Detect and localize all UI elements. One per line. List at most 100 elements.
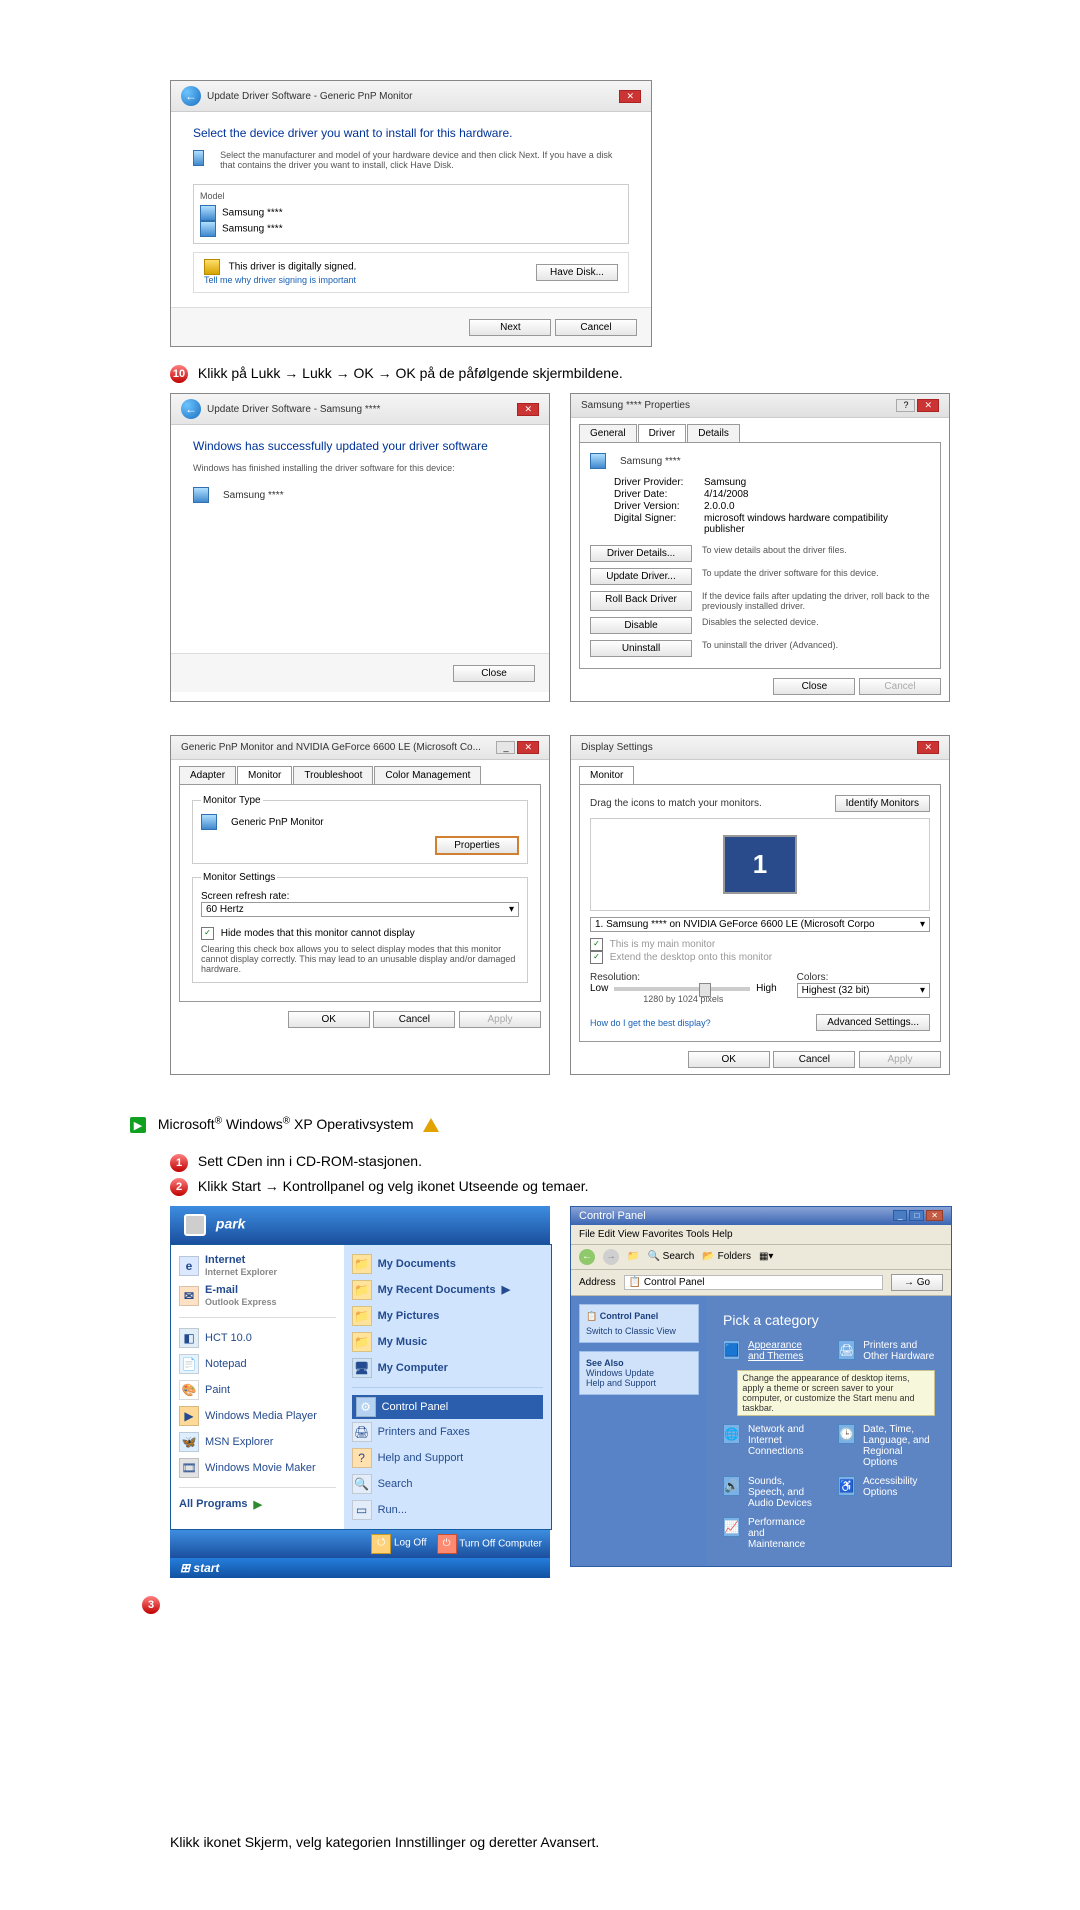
signing-link[interactable]: Tell me why driver signing is important [204, 275, 356, 285]
start-item-help[interactable]: ?Help and Support [352, 1445, 543, 1471]
log-off-button[interactable]: ⭯ Log Off [371, 1534, 426, 1554]
notepad-icon: 📄 [179, 1354, 199, 1374]
start-item-my-pictures[interactable]: 📁My Pictures [352, 1303, 543, 1329]
cancel-button[interactable]: Cancel [773, 1051, 855, 1068]
performance-icon: 📈 [723, 1517, 740, 1537]
minimize-icon[interactable]: _ [893, 1210, 907, 1221]
tab-details[interactable]: Details [687, 424, 740, 442]
driver-details-button[interactable]: Driver Details... [590, 545, 692, 562]
tab-troubleshoot[interactable]: Troubleshoot [293, 766, 373, 784]
display-device-select[interactable]: 1. Samsung **** on NVIDIA GeForce 6600 L… [590, 917, 930, 932]
update-driver-button[interactable]: Update Driver... [590, 568, 692, 585]
start-item-all-programs[interactable]: All Programs ▶ [179, 1495, 336, 1514]
address-bar[interactable]: 📋 Control Panel [624, 1275, 883, 1290]
category-printers[interactable]: 🖨Printers and Other Hardware [838, 1340, 935, 1362]
category-accessibility[interactable]: ♿Accessibility Options [838, 1476, 935, 1509]
refresh-label: Screen refresh rate: [201, 891, 519, 902]
hide-modes-label: Hide modes that this monitor cannot disp… [221, 928, 415, 939]
windows-flag-icon: ⊞ [180, 1561, 190, 1575]
close-icon[interactable]: ✕ [619, 90, 641, 103]
accessibility-icon: ♿ [838, 1476, 855, 1496]
next-button[interactable]: Next [469, 319, 551, 336]
pick-category-heading: Pick a category [723, 1312, 935, 1328]
category-date-time[interactable]: 🕒Date, Time, Language, and Regional Opti… [838, 1424, 935, 1468]
monitor-preview[interactable]: 1 [723, 835, 797, 894]
ok-button[interactable]: OK [688, 1051, 770, 1068]
model-row[interactable]: Samsung **** [200, 205, 622, 221]
start-item-internet[interactable]: eInternetInternet Explorer [179, 1251, 336, 1281]
hide-modes-desc: Clearing this check box allows you to se… [201, 944, 519, 974]
category-performance[interactable]: 📈Performance and Maintenance [723, 1517, 820, 1550]
rollback-button[interactable]: Roll Back Driver [590, 591, 692, 611]
bottom-instruction: Klikk ikonet Skjerm, velg kategorien Inn… [170, 1834, 950, 1850]
views-icon[interactable]: ▦▾ [759, 1251, 773, 1262]
turn-off-button[interactable]: ⏻ Turn Off Computer [437, 1534, 542, 1554]
start-item-wmm[interactable]: 🎞Windows Movie Maker [179, 1455, 336, 1481]
folder-icon: 📁 [352, 1254, 372, 1274]
menu-bar[interactable]: File Edit View Favorites Tools Help [571, 1225, 951, 1245]
disable-button[interactable]: Disable [590, 617, 692, 634]
tab-general[interactable]: General [579, 424, 637, 442]
maximize-icon[interactable]: □ [909, 1210, 924, 1221]
switch-view-link[interactable]: Switch to Classic View [586, 1326, 692, 1336]
start-item-control-panel[interactable]: ⚙Control Panel [352, 1395, 543, 1419]
model-row[interactable]: Samsung **** [200, 221, 622, 237]
start-item-my-music[interactable]: 📁My Music [352, 1329, 543, 1355]
go-button[interactable]: → Go [891, 1274, 943, 1291]
tab-color-management[interactable]: Color Management [374, 766, 481, 784]
start-item-hct[interactable]: ◧HCT 10.0 [179, 1325, 336, 1351]
tab-monitor[interactable]: Monitor [579, 766, 634, 784]
folders-button[interactable]: 📂 Folders [702, 1251, 751, 1262]
start-item-my-computer[interactable]: 🖥My Computer [352, 1355, 543, 1381]
close-icon[interactable]: ✕ [917, 741, 939, 754]
hide-modes-checkbox[interactable]: ✓ [201, 927, 214, 940]
help-icon[interactable]: ? [896, 399, 915, 412]
minimize-icon[interactable]: _ [496, 741, 515, 754]
start-item-wmp[interactable]: ▶Windows Media Player [179, 1403, 336, 1429]
refresh-select[interactable]: 60 Hertz ▾ [201, 902, 519, 917]
search-button[interactable]: 🔍 Search [647, 1251, 694, 1262]
category-appearance[interactable]: 🟦Appearance and Themes [723, 1340, 820, 1362]
have-disk-button[interactable]: Have Disk... [536, 264, 618, 281]
tab-driver[interactable]: Driver [638, 424, 687, 442]
close-icon[interactable]: ✕ [926, 1210, 943, 1221]
back-icon[interactable]: ← [579, 1249, 595, 1265]
nav-up-icon[interactable]: 📁 [627, 1251, 639, 1262]
close-icon[interactable]: ✕ [917, 399, 939, 412]
back-icon[interactable]: ← [181, 86, 201, 106]
close-icon[interactable]: ✕ [517, 403, 539, 416]
signed-text: This driver is digitally signed. [229, 262, 357, 273]
start-item-my-documents[interactable]: 📁My Documents [352, 1251, 543, 1277]
cancel-button[interactable]: Cancel [373, 1011, 455, 1028]
start-item-msn[interactable]: 🦋MSN Explorer [179, 1429, 336, 1455]
close-button[interactable]: Close [773, 678, 855, 695]
back-icon[interactable]: ← [181, 399, 201, 419]
see-also-link[interactable]: Help and Support [586, 1378, 692, 1388]
close-icon[interactable]: ✕ [517, 741, 539, 754]
start-item-search[interactable]: 🔍Search [352, 1471, 543, 1497]
start-item-notepad[interactable]: 📄Notepad [179, 1351, 336, 1377]
start-item-printers[interactable]: 🖨Printers and Faxes [352, 1419, 543, 1445]
start-item-paint[interactable]: 🎨Paint [179, 1377, 336, 1403]
close-button[interactable]: Close [453, 665, 535, 682]
category-sounds[interactable]: 🔊Sounds, Speech, and Audio Devices [723, 1476, 820, 1509]
resolution-slider[interactable]: Low High [590, 983, 777, 994]
tab-monitor[interactable]: Monitor [237, 766, 292, 784]
start-button[interactable]: ⊞ start [170, 1558, 550, 1578]
ok-button[interactable]: OK [288, 1011, 370, 1028]
identify-monitors-button[interactable]: Identify Monitors [835, 795, 930, 812]
colors-select[interactable]: Highest (32 bit) ▾ [797, 983, 930, 998]
best-display-link[interactable]: How do I get the best display? [590, 1018, 711, 1028]
start-item-email[interactable]: ✉E-mailOutlook Express [179, 1281, 336, 1311]
properties-button[interactable]: Properties [435, 836, 519, 855]
cancel-button[interactable]: Cancel [555, 319, 637, 336]
start-item-run[interactable]: ▭Run... [352, 1497, 543, 1523]
wmm-icon: 🎞 [179, 1458, 199, 1478]
advanced-settings-button[interactable]: Advanced Settings... [816, 1014, 930, 1031]
tab-adapter[interactable]: Adapter [179, 766, 236, 784]
search-icon: 🔍 [352, 1474, 372, 1494]
uninstall-button[interactable]: Uninstall [590, 640, 692, 657]
category-network[interactable]: 🌐Network and Internet Connections [723, 1424, 820, 1468]
start-item-recent-documents[interactable]: 📁My Recent Documents ▶ [352, 1277, 543, 1303]
see-also-link[interactable]: Windows Update [586, 1368, 692, 1378]
